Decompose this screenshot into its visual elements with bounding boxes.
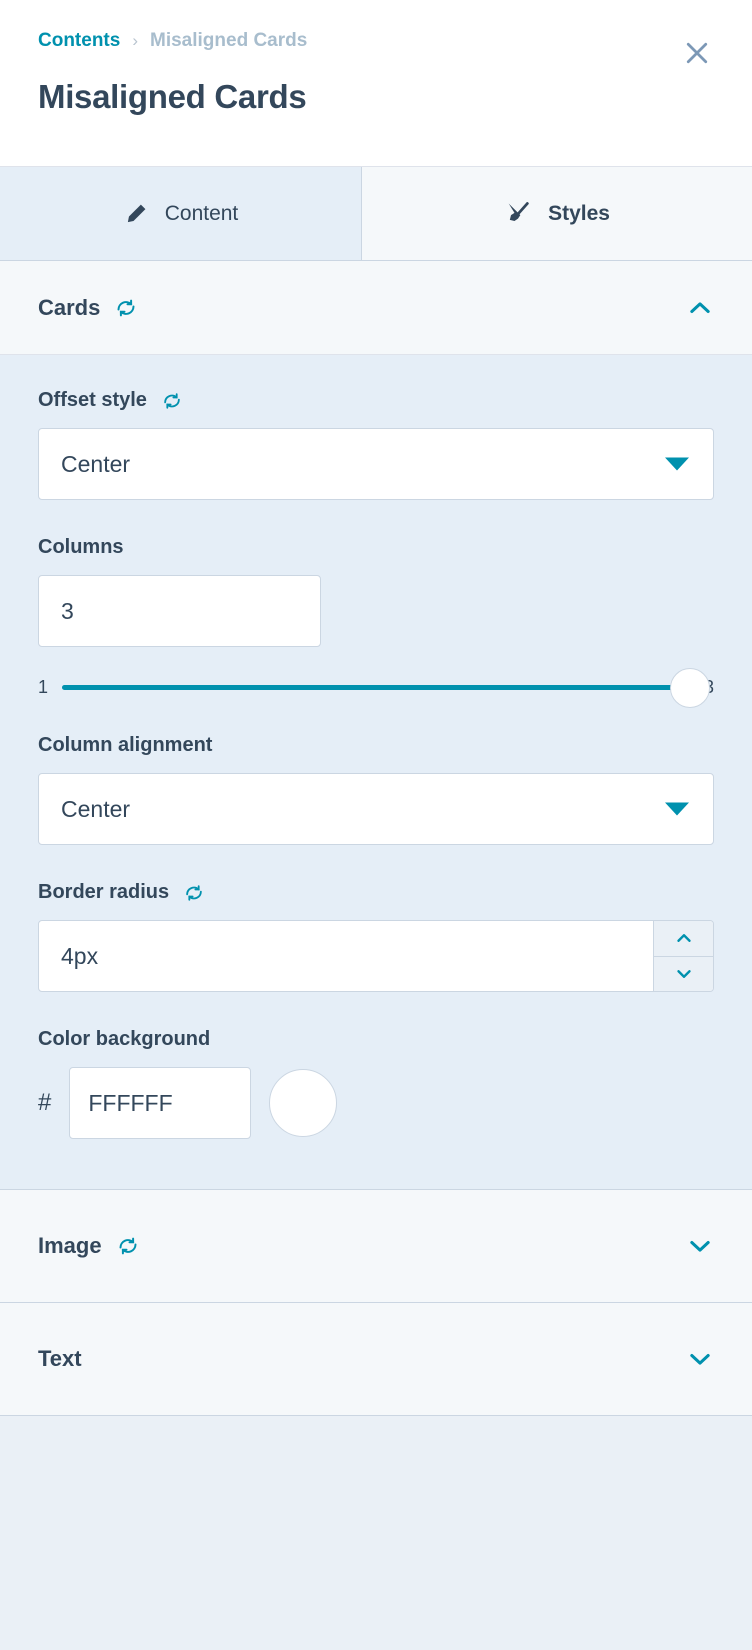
slider-fill <box>62 685 690 690</box>
label-border-radius: Border radius <box>38 881 714 904</box>
tab-styles-label: Styles <box>548 201 610 225</box>
color-swatch[interactable] <box>269 1069 338 1137</box>
field-columns: Columns 3 1 3 <box>38 536 714 708</box>
section-title-cards: Cards <box>38 294 101 320</box>
panel-header: Contents › Misaligned Cards Misaligned C… <box>0 0 752 167</box>
slider-min-label: 1 <box>38 677 49 697</box>
tab-content-label: Content <box>164 201 239 225</box>
stepper-increment-button[interactable] <box>654 921 713 956</box>
close-icon <box>686 42 708 64</box>
label-columns: Columns <box>38 536 714 559</box>
breadcrumb-separator-icon: › <box>132 31 138 50</box>
breadcrumb-current: Misaligned Cards <box>150 30 308 51</box>
refresh-icon[interactable] <box>183 882 205 904</box>
chevron-down-icon <box>665 457 689 471</box>
refresh-icon[interactable] <box>116 1234 140 1258</box>
stepper-buttons <box>653 921 713 991</box>
section-header-cards[interactable]: Cards <box>0 261 752 355</box>
input-color-hex-value: FFFFFF <box>88 1089 173 1116</box>
section-title-text: Text <box>38 1346 82 1371</box>
field-offset-style: Offset style Center <box>38 389 714 500</box>
label-color-background: Color background <box>38 1028 714 1051</box>
chevron-down-icon <box>676 969 691 978</box>
field-color-background: Color background # FFFFFF <box>38 1028 714 1139</box>
chevron-up-icon <box>676 934 691 943</box>
label-column-alignment: Column alignment <box>38 734 714 757</box>
refresh-icon[interactable] <box>114 296 138 320</box>
tab-content[interactable]: Content <box>0 167 362 260</box>
hash-prefix: # <box>38 1089 52 1116</box>
input-columns-value: 3 <box>61 597 74 624</box>
tab-bar: Content Styles <box>0 167 752 261</box>
page-title: Misaligned Cards <box>38 78 307 115</box>
select-column-alignment[interactable]: Center <box>38 773 714 845</box>
input-border-radius-value: 4px <box>61 942 99 969</box>
section-body-cards: Offset style Center Columns 3 1 Column a… <box>0 355 752 1190</box>
close-button[interactable] <box>680 36 714 70</box>
slider-thumb[interactable] <box>669 667 710 708</box>
section-header-image[interactable]: Image <box>0 1190 752 1303</box>
label-offset-style: Offset style <box>38 389 714 412</box>
stepper-border-radius: 4px <box>38 920 714 992</box>
chevron-up-icon[interactable] <box>686 294 714 322</box>
chevron-down-icon[interactable] <box>686 1232 714 1260</box>
section-title-image: Image <box>38 1233 102 1258</box>
field-column-alignment: Column alignment Center <box>38 734 714 845</box>
color-background-row: # FFFFFF <box>38 1067 714 1139</box>
input-border-radius[interactable]: 4px <box>39 921 653 991</box>
pencil-icon <box>123 201 149 227</box>
refresh-icon[interactable] <box>161 390 183 412</box>
label-color-background-text: Color background <box>38 1028 211 1050</box>
stepper-decrement-button[interactable] <box>654 955 713 992</box>
label-columns-text: Columns <box>38 536 124 558</box>
input-color-hex[interactable]: FFFFFF <box>69 1067 252 1139</box>
label-offset-style-text: Offset style <box>38 389 147 411</box>
select-offset-style[interactable]: Center <box>38 428 714 500</box>
chevron-down-icon[interactable] <box>686 1345 714 1373</box>
label-border-radius-text: Border radius <box>38 881 170 903</box>
slider-columns: 1 3 <box>38 667 714 708</box>
breadcrumb-link-contents[interactable]: Contents <box>38 30 120 52</box>
select-offset-style-value: Center <box>61 450 131 477</box>
chevron-down-icon <box>665 802 689 816</box>
tab-styles[interactable]: Styles <box>362 167 752 260</box>
breadcrumb: Contents › Misaligned Cards <box>38 30 714 52</box>
select-column-alignment-value: Center <box>61 795 131 822</box>
section-header-text[interactable]: Text <box>0 1303 752 1416</box>
label-column-alignment-text: Column alignment <box>38 734 213 756</box>
slider-track[interactable] <box>62 667 710 708</box>
paintbrush-icon <box>504 200 532 228</box>
field-border-radius: Border radius 4px <box>38 881 714 992</box>
input-columns[interactable]: 3 <box>38 575 321 647</box>
